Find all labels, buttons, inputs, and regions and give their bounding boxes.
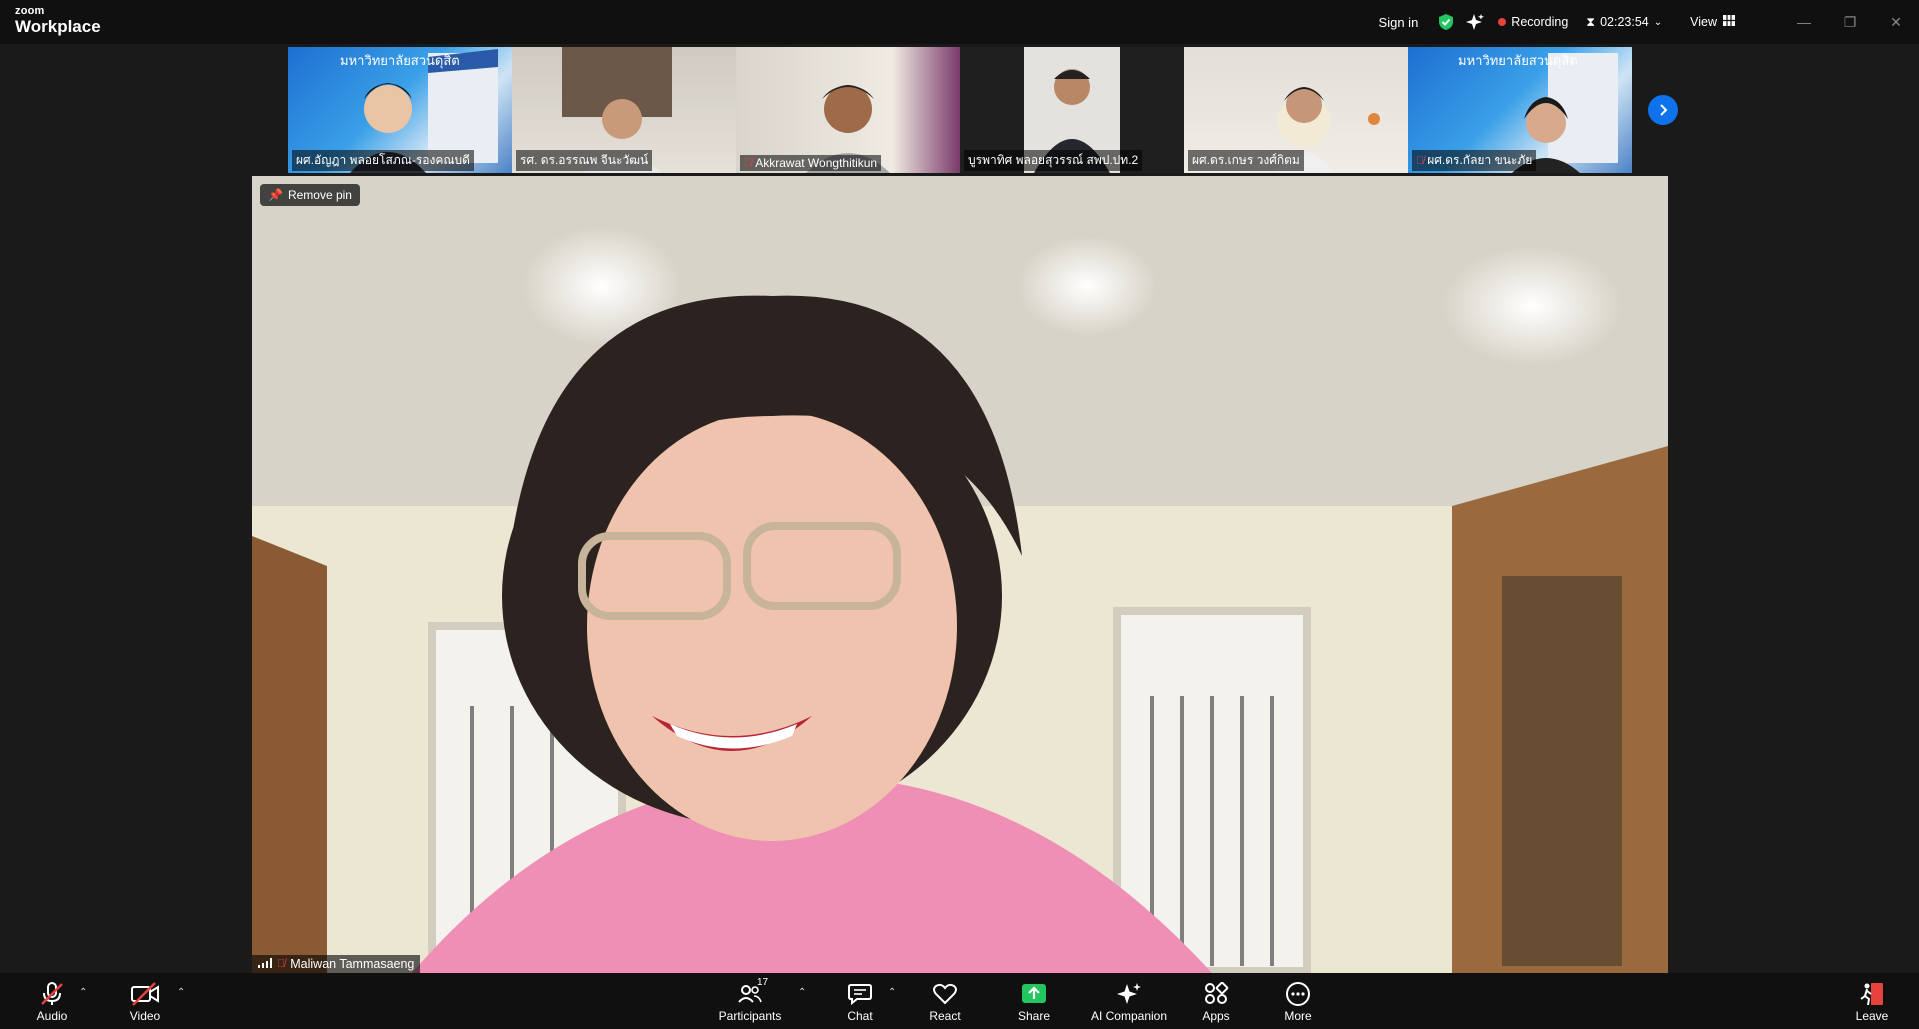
chat-button[interactable]: Chat xyxy=(840,973,880,1029)
more-button[interactable]: More xyxy=(1278,973,1318,1029)
more-ellipsis-icon xyxy=(1285,981,1311,1007)
hourglass-icon: ⧗ xyxy=(1586,14,1596,29)
participants-count: 17 xyxy=(757,977,769,988)
participant-name-text: ผศ.ดร.กัลยา ขนะภัย xyxy=(1427,153,1533,167)
apps-label: Apps xyxy=(1202,1009,1230,1023)
video-label: Video xyxy=(129,1009,161,1023)
participants-icon: 17 xyxy=(737,977,768,1007)
timer-value: 02:23:54 xyxy=(1600,15,1649,29)
participant-name: บูรพาทิศ พลอยสุวรรณ์ สพป.ปท.2 xyxy=(964,150,1143,171)
participants-button[interactable]: 17 Participants xyxy=(715,973,785,1029)
react-label: React xyxy=(929,1009,961,1023)
participants-label: Participants xyxy=(718,1009,782,1023)
participant-name: 🎙̸ ผศ.ดร.กัลยา ขนะภัย xyxy=(1412,150,1537,171)
pin-icon: 📌 xyxy=(268,188,283,202)
minimize-button[interactable]: — xyxy=(1781,0,1827,44)
share-button[interactable]: Share xyxy=(1014,973,1054,1029)
share-screen-icon xyxy=(1021,981,1047,1007)
participant-name: 🎙̸ Akkrawat Wongthitikun xyxy=(740,155,882,171)
video-button[interactable]: Video xyxy=(120,973,170,1029)
mic-muted-icon: 🎙̸ xyxy=(277,958,286,970)
video-off-icon xyxy=(130,981,160,1007)
ai-sparkle-icon xyxy=(1116,981,1142,1007)
recording-label: Recording xyxy=(1511,15,1569,29)
participant-tile[interactable]: มหาวิทยาลัยสวนดุสิต ผศ.อัญฎา พลอยโสภณ-รอ… xyxy=(288,47,512,173)
recording-indicator[interactable]: Recording xyxy=(1498,15,1568,29)
participant-name: ผศ.ดร.เกษร วงศ์กิตม xyxy=(1188,150,1304,171)
participant-tile[interactable]: มหาวิทยาลัยสวนดุสิต 🎙̸ ผศ.ดร.กัลยา ขนะภัย xyxy=(1408,47,1632,173)
mic-muted-icon xyxy=(39,981,65,1007)
remove-pin-label: Remove pin xyxy=(287,188,352,202)
speaker-name-tag: 🎙̸ Maliwan Tammasaeng xyxy=(252,955,421,973)
speaker-name: Maliwan Tammasaeng xyxy=(290,957,415,971)
active-speaker-video[interactable]: 📌 Remove pin 🎙̸ Maliwan Tammasaeng xyxy=(252,176,1668,973)
title-bar: zoom Workplace Sign in Recording ⧗ 02:23… xyxy=(0,0,1919,44)
grid-view-icon xyxy=(1723,15,1735,29)
restore-button[interactable]: ❐ xyxy=(1827,0,1873,44)
participant-tile[interactable]: 🎙̸ Akkrawat Wongthitikun xyxy=(736,47,960,173)
participant-tile[interactable]: รศ. ดร.อรรณพ จีนะวัฒน์ xyxy=(512,47,736,173)
sign-in-link[interactable]: Sign in xyxy=(1379,15,1419,30)
participant-name: ผศ.อัญฎา พลอยโสภณ-รองคณบดี xyxy=(292,150,474,171)
meeting-timer[interactable]: ⧗ 02:23:54 ⌄ xyxy=(1586,15,1662,30)
chevron-down-icon: ⌄ xyxy=(1653,16,1663,28)
mic-muted-icon: 🎙̸ xyxy=(1416,154,1425,167)
zoom-workplace-logo: zoom Workplace xyxy=(15,5,101,36)
ai-sparkle-icon[interactable] xyxy=(1466,13,1485,31)
chat-bubble-icon xyxy=(847,981,873,1007)
recording-dot-icon xyxy=(1498,18,1507,26)
video-options-caret-icon[interactable]: ⌃ xyxy=(177,987,185,998)
svg-text:มหาวิทยาลัยสวนดุสิต: มหาวิทยาลัยสวนดุสิต xyxy=(340,54,460,69)
chat-label: Chat xyxy=(847,1009,873,1023)
signal-strength-icon xyxy=(258,957,272,971)
mic-muted-icon: 🎙̸ xyxy=(744,157,753,169)
ai-companion-button[interactable]: AI Companion xyxy=(1087,973,1171,1029)
close-window-button[interactable]: ✕ xyxy=(1873,0,1919,44)
participant-gallery-strip: มหาวิทยาลัยสวนดุสิต ผศ.อัญฎา พลอยโสภณ-รอ… xyxy=(288,47,1632,173)
view-menu-button[interactable]: View xyxy=(1690,15,1735,29)
participants-options-caret-icon[interactable]: ⌃ xyxy=(798,987,806,998)
apps-button[interactable]: Apps xyxy=(1196,973,1236,1029)
leave-door-icon xyxy=(1859,981,1885,1007)
audio-label: Audio xyxy=(36,1009,68,1023)
participant-tile[interactable]: บูรพาทิศ พลอยสุวรรณ์ สพป.ปท.2 xyxy=(960,47,1184,173)
audio-button[interactable]: Audio xyxy=(26,973,78,1029)
svg-text:มหาวิทยาลัยสวนดุสิต: มหาวิทยาลัยสวนดุสิต xyxy=(1458,54,1578,69)
react-button[interactable]: React xyxy=(925,973,965,1029)
audio-options-caret-icon[interactable]: ⌃ xyxy=(79,987,87,998)
chevron-right-icon xyxy=(1660,104,1668,116)
view-label: View xyxy=(1690,15,1717,29)
brand-small: zoom xyxy=(15,5,45,17)
chat-options-caret-icon[interactable]: ⌃ xyxy=(888,987,896,998)
leave-label: Leave xyxy=(1855,1009,1889,1023)
more-label: More xyxy=(1284,1009,1312,1023)
remove-pin-button[interactable]: 📌 Remove pin xyxy=(260,184,360,206)
participant-name: รศ. ดร.อรรณพ จีนะวัฒน์ xyxy=(516,150,653,171)
apps-icon xyxy=(1203,981,1229,1007)
next-page-button[interactable] xyxy=(1648,95,1678,125)
encryption-shield-icon[interactable] xyxy=(1438,13,1454,31)
participant-tile[interactable]: ผศ.ดร.เกษร วงศ์กิตม xyxy=(1184,47,1408,173)
speaker-video-frame xyxy=(252,176,1668,973)
share-label: Share xyxy=(1017,1009,1051,1023)
meeting-controls-toolbar: Audio ⌃ Video ⌃ 17 Participants ⌃ Chat ⌃… xyxy=(0,973,1919,1029)
brand-name: Workplace xyxy=(15,17,101,36)
leave-button[interactable]: Leave xyxy=(1852,973,1892,1029)
participant-name-text: Akkrawat Wongthitikun xyxy=(755,156,878,170)
heart-icon xyxy=(932,981,958,1007)
ai-companion-label: AI Companion xyxy=(1090,1009,1168,1023)
